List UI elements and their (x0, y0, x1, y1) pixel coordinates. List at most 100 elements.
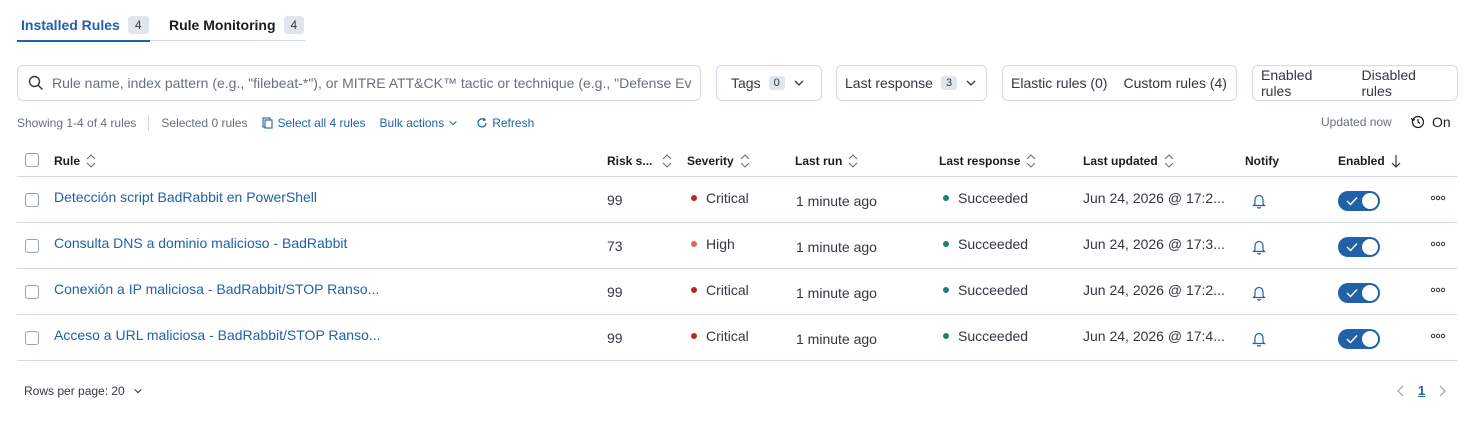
rule-name-link[interactable]: Detección script BadRabbit en PowerShell (54, 189, 317, 205)
severity-dot (691, 241, 697, 247)
chevron-down-icon (794, 80, 804, 86)
column-risk-score[interactable]: Risk s... (607, 154, 672, 168)
column-last-response-label: Last response (939, 154, 1021, 168)
last-updated: Jun 24, 2026 @ 17:2... (1083, 190, 1225, 206)
row-checkbox[interactable] (25, 239, 39, 253)
last-run: 1 minute ago (796, 193, 877, 209)
severity-dot (691, 333, 697, 339)
column-last-updated[interactable]: Last updated (1083, 154, 1174, 168)
clock-refresh-icon (1410, 115, 1425, 129)
row-checkbox[interactable] (25, 331, 39, 345)
table-header: Rule Risk s... Severity Last run Last re… (17, 146, 1457, 177)
chevron-down-icon (449, 120, 457, 126)
chevron-left-icon[interactable] (1396, 385, 1406, 397)
column-rule[interactable]: Rule (54, 154, 96, 168)
rule-name-link[interactable]: Consulta DNS a dominio malicioso - BadRa… (54, 235, 347, 251)
table-row: Detección script BadRabbit en PowerShell… (17, 177, 1457, 223)
check-icon (1346, 243, 1358, 252)
select-all-checkbox[interactable] (25, 153, 39, 167)
auto-refresh-label: On (1432, 114, 1451, 130)
tags-filter-button[interactable]: Tags 0 (716, 65, 822, 101)
column-risk-label: Risk s... (607, 154, 653, 168)
sort-icon (1164, 154, 1174, 168)
table-row: Consulta DNS a dominio malicioso - BadRa… (17, 223, 1457, 269)
last-response: Succeeded (943, 328, 1028, 344)
showing-count: Showing 1-4 of 4 rules (17, 116, 137, 130)
column-notify: Notify (1245, 154, 1279, 168)
refresh-label: Refresh (492, 116, 535, 130)
column-rule-label: Rule (54, 154, 81, 168)
select-all-button[interactable]: Select all 4 rules (261, 116, 366, 130)
risk-score: 99 (607, 192, 623, 208)
row-checkbox[interactable] (25, 193, 39, 207)
column-enabled-label: Enabled (1338, 154, 1385, 168)
rule-origin-filter-group: Elastic rules (0) Custom rules (4) (1002, 65, 1237, 101)
last-run: 1 minute ago (796, 285, 877, 301)
risk-score: 99 (607, 284, 623, 300)
disabled-rules-filter[interactable]: Disabled rules (1353, 67, 1457, 99)
status-dot (943, 195, 949, 201)
enabled-toggle[interactable] (1338, 191, 1380, 211)
notify-button[interactable] (1252, 285, 1266, 301)
notify-button[interactable] (1252, 193, 1266, 209)
column-enabled[interactable]: Enabled (1338, 154, 1401, 168)
status-dot (943, 333, 949, 339)
rows-per-page-label: Rows per page: 20 (24, 384, 125, 398)
bell-icon (1252, 194, 1266, 209)
bulk-actions-button[interactable]: Bulk actions (380, 116, 463, 130)
check-icon (1346, 197, 1358, 206)
row-actions-button[interactable] (1430, 241, 1446, 247)
refresh-button[interactable]: Refresh (476, 116, 534, 130)
enabled-toggle[interactable] (1338, 237, 1380, 257)
row-checkbox-wrap (25, 239, 39, 253)
status-dot (943, 241, 949, 247)
tab-rule-monitoring[interactable]: Rule Monitoring 4 (169, 8, 305, 41)
row-checkbox[interactable] (25, 285, 39, 299)
last-response-filter-count: 3 (940, 76, 958, 90)
column-severity[interactable]: Severity (687, 154, 750, 168)
rule-name-link[interactable]: Conexión a IP maliciosa - BadRabbit/STOP… (54, 281, 379, 297)
column-severity-label: Severity (687, 154, 734, 168)
last-response: Succeeded (943, 282, 1028, 298)
severity: Critical (691, 328, 749, 344)
row-actions-button[interactable] (1430, 195, 1446, 201)
last-response-filter-button[interactable]: Last response 3 (836, 65, 987, 101)
row-actions-button[interactable] (1430, 333, 1446, 339)
row-checkbox-wrap (25, 193, 39, 207)
refresh-icon (477, 117, 487, 128)
page-1-button[interactable]: 1 (1418, 383, 1425, 398)
sort-icon (662, 154, 672, 168)
severity-dot (691, 287, 697, 293)
column-last-response[interactable]: Last response (939, 154, 1036, 168)
search-icon (28, 75, 43, 90)
search-input[interactable] (52, 75, 692, 91)
auto-refresh-toggle[interactable]: On (1410, 114, 1451, 130)
last-response-label: Succeeded (958, 236, 1029, 252)
elastic-rules-filter[interactable]: Elastic rules (0) (1003, 75, 1115, 91)
last-updated: Jun 24, 2026 @ 17:2... (1083, 282, 1225, 298)
rule-name-link[interactable]: Acceso a URL maliciosa - BadRabbit/STOP … (54, 327, 381, 343)
tab-installed-rules-label: Installed Rules (21, 16, 120, 33)
custom-rules-filter[interactable]: Custom rules (4) (1115, 75, 1234, 91)
enabled-toggle[interactable] (1338, 329, 1380, 349)
last-run: 1 minute ago (796, 331, 877, 347)
rule-status-filter-group: Enabled rules Disabled rules (1252, 65, 1458, 101)
select-all-checkbox-wrap (25, 153, 39, 167)
last-updated: Jun 24, 2026 @ 17:4... (1083, 328, 1225, 344)
severity: Critical (691, 190, 749, 206)
chevron-right-icon[interactable] (1437, 385, 1447, 397)
pages-select-icon (262, 117, 274, 129)
sort-icon (86, 154, 96, 168)
severity-label: Critical (706, 282, 749, 298)
notify-button[interactable] (1252, 239, 1266, 255)
rows-per-page-button[interactable]: Rows per page: 20 (24, 384, 143, 398)
column-last-run[interactable]: Last run (795, 154, 858, 168)
status-dot (943, 287, 949, 293)
tab-installed-rules[interactable]: Installed Rules 4 (17, 8, 150, 42)
row-actions-button[interactable] (1430, 287, 1446, 293)
enabled-rules-filter[interactable]: Enabled rules (1253, 67, 1353, 99)
enabled-toggle[interactable] (1338, 283, 1380, 303)
selected-count: Selected 0 rules (161, 116, 248, 130)
notify-button[interactable] (1252, 331, 1266, 347)
bell-icon (1252, 286, 1266, 301)
